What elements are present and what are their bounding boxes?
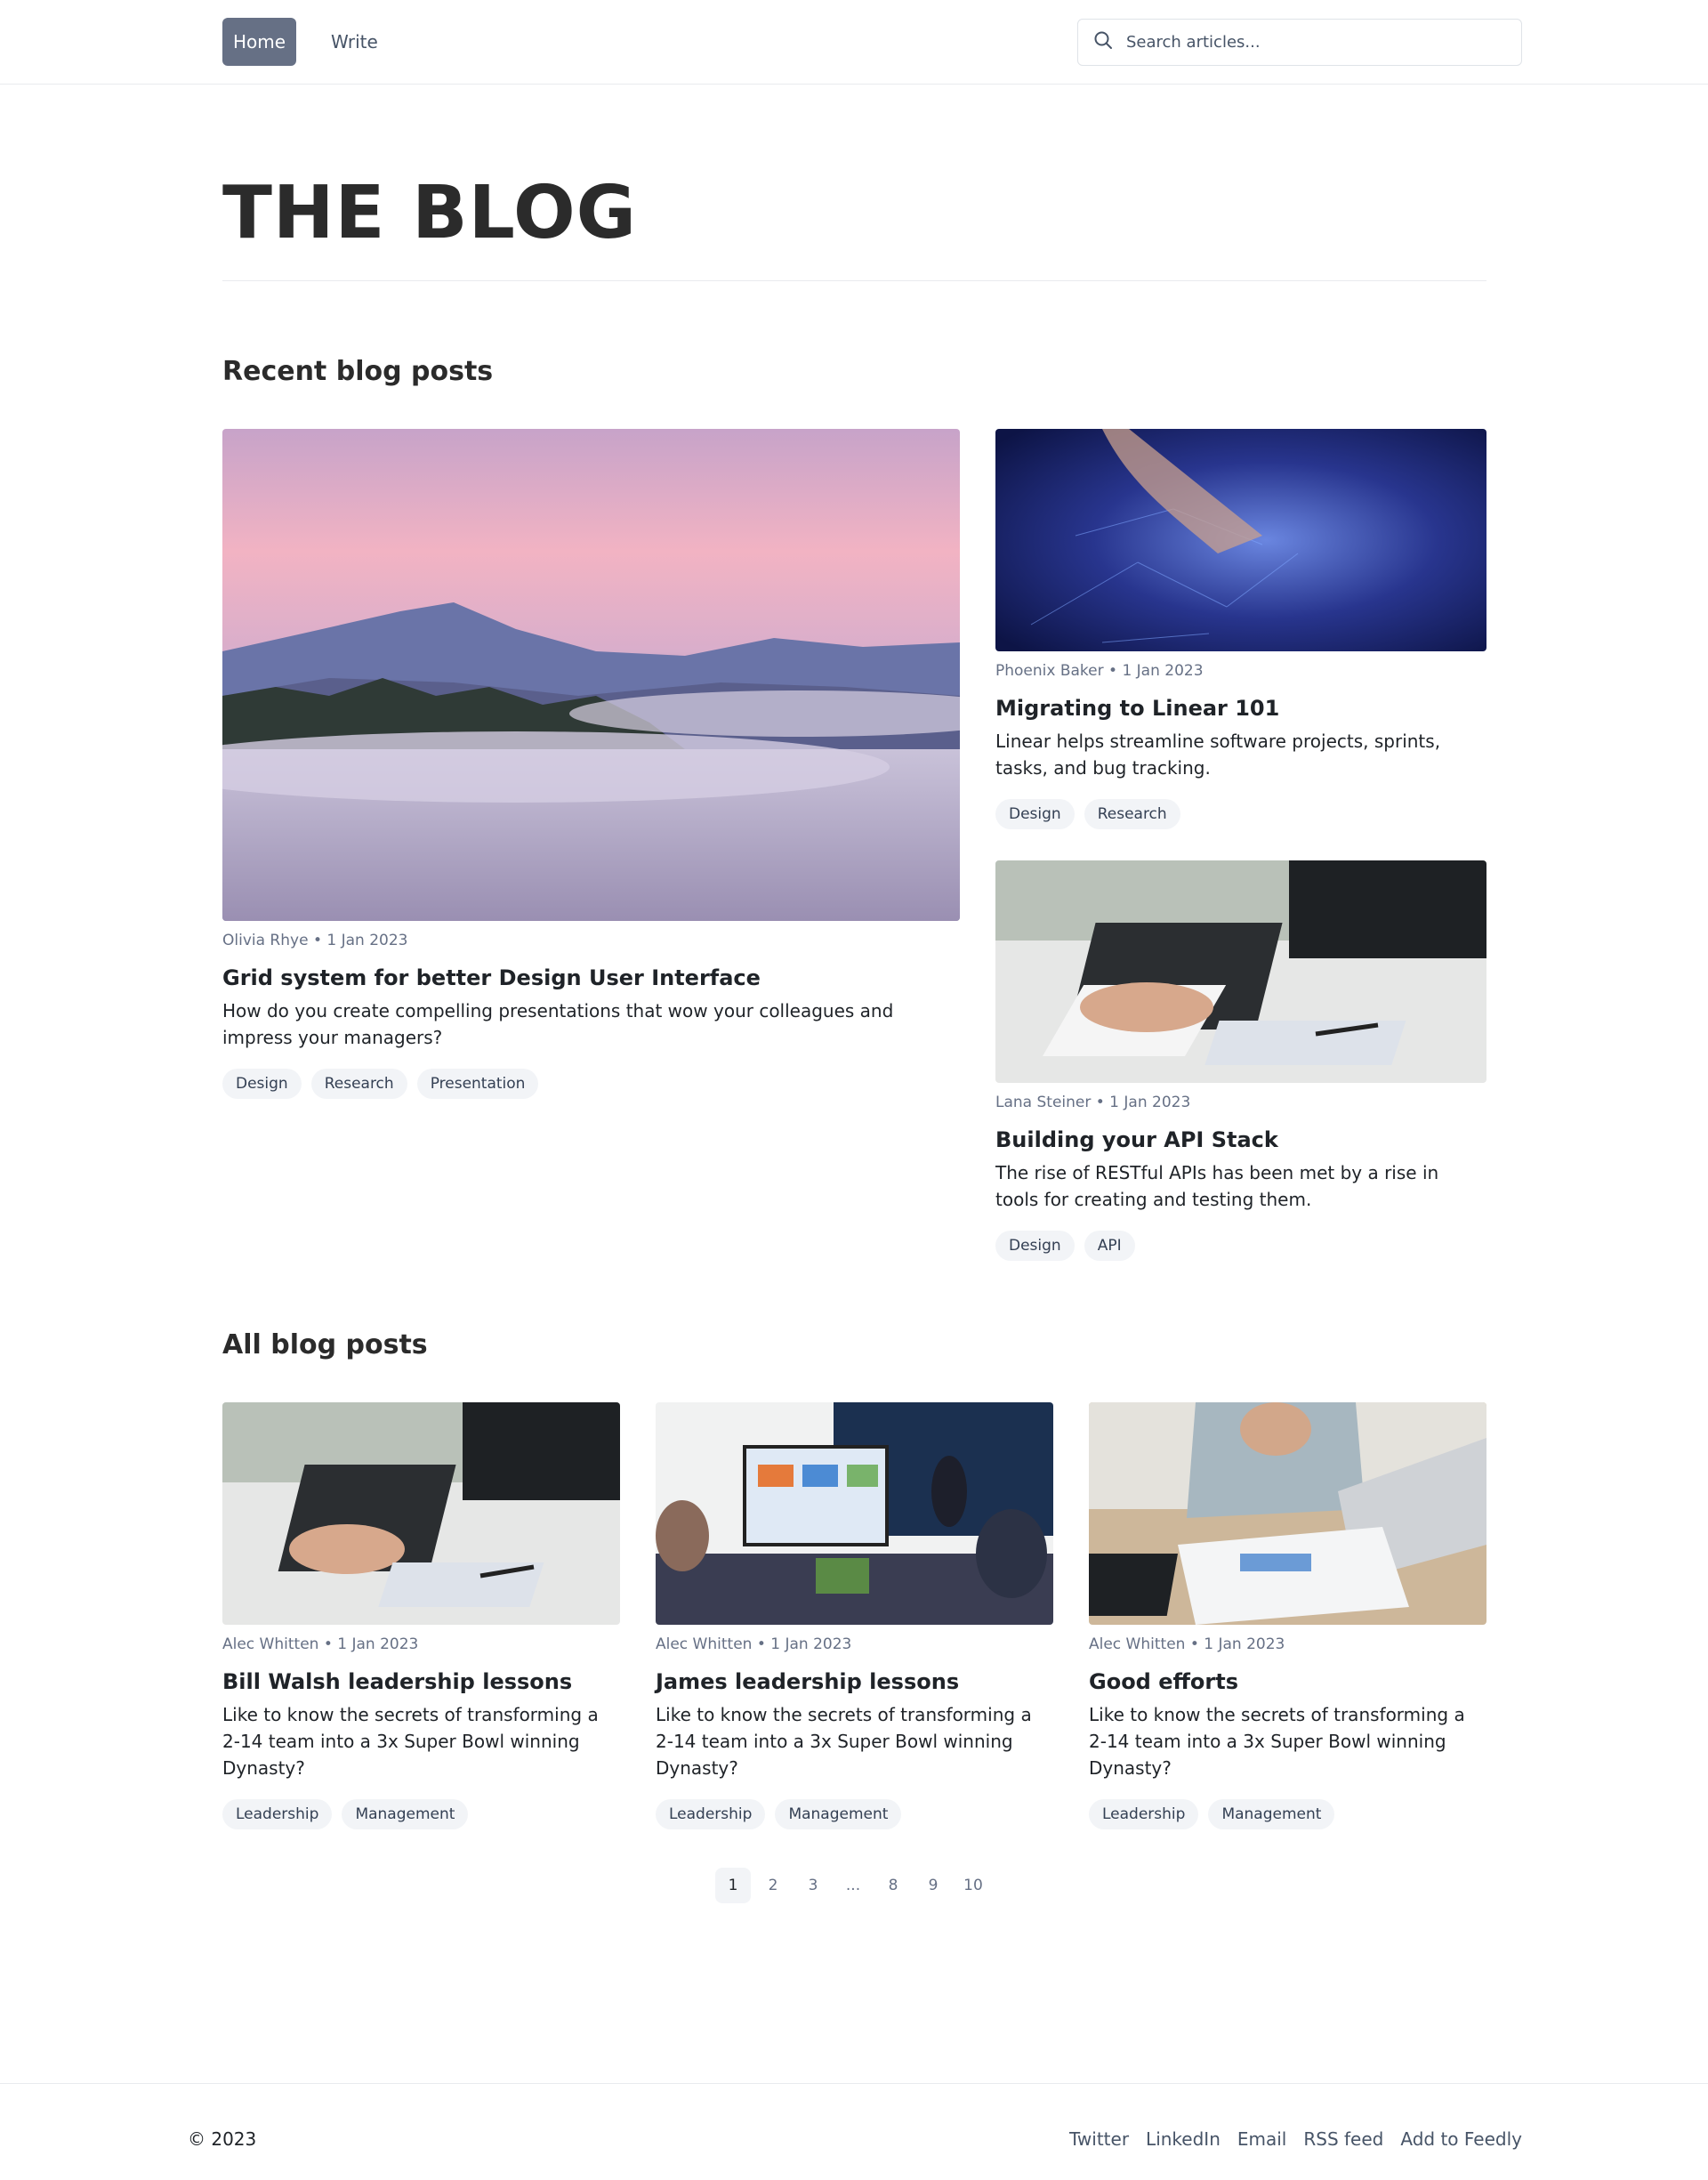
post-meta: Phoenix Baker • 1 Jan 2023	[995, 662, 1204, 680]
post-excerpt: Like to know the secrets of transforming…	[1089, 1704, 1465, 1779]
all-post-card[interactable]: Alec Whitten • 1 Jan 2023 Good efforts L…	[1089, 1402, 1486, 1829]
page-button-9[interactable]: 9	[915, 1868, 951, 1903]
title-divider	[222, 280, 1486, 281]
top-nav: Home Write	[0, 0, 1708, 85]
post-title[interactable]: Bill Walsh leadership lessons	[222, 1669, 620, 1694]
post-title[interactable]: Building your API Stack	[995, 1127, 1486, 1152]
page-button-8[interactable]: 8	[875, 1868, 911, 1903]
post-image-meeting[interactable]	[656, 1402, 1053, 1625]
tag[interactable]: Presentation	[416, 1069, 539, 1099]
post-meta: Olivia Rhye • 1 Jan 2023	[222, 932, 408, 949]
post-excerpt: Like to know the secrets of transforming…	[222, 1704, 599, 1779]
tag[interactable]: Management	[775, 1799, 902, 1829]
page-ellipsis: ...	[845, 1877, 861, 1894]
tag[interactable]: Design	[222, 1069, 302, 1099]
post-excerpt: Like to know the secrets of transforming…	[656, 1704, 1032, 1779]
copyright: © 2023	[188, 2128, 257, 2150]
all-post-card[interactable]: Alec Whitten • 1 Jan 2023 James leadersh…	[656, 1402, 1053, 1829]
footer: © 2023 Twitter LinkedIn Email RSS feed A…	[0, 2083, 1708, 2180]
tag[interactable]: Research	[1084, 799, 1180, 829]
search-box[interactable]	[1077, 19, 1522, 66]
nav-home-button[interactable]: Home	[222, 18, 296, 66]
post-title[interactable]: Migrating to Linear 101	[995, 696, 1486, 721]
footer-link-twitter[interactable]: Twitter	[1069, 2128, 1129, 2150]
tag[interactable]: Leadership	[1089, 1799, 1199, 1829]
recent-post-card[interactable]: Olivia Rhye • 1 Jan 2023 Grid system for…	[222, 429, 960, 1099]
page-button-2[interactable]: 2	[755, 1868, 791, 1903]
post-image-keyboard[interactable]	[995, 860, 1486, 1083]
post-excerpt: How do you create compelling presentatio…	[222, 1000, 894, 1048]
footer-link-email[interactable]: Email	[1237, 2128, 1287, 2150]
tag[interactable]: Research	[310, 1069, 407, 1099]
post-meta: Alec Whitten • 1 Jan 2023	[656, 1635, 852, 1653]
page-title: THE BLOG	[222, 171, 637, 255]
post-title[interactable]: James leadership lessons	[656, 1669, 1053, 1694]
nav-write-link[interactable]: Write	[331, 18, 378, 66]
tag[interactable]: Design	[995, 799, 1075, 829]
post-title[interactable]: Grid system for better Design User Inter…	[222, 965, 960, 990]
post-tags: Leadership Management	[1089, 1799, 1486, 1829]
footer-links: Twitter LinkedIn Email RSS feed Add to F…	[1069, 2128, 1522, 2150]
search-input[interactable]	[1126, 33, 1500, 52]
post-meta: Alec Whitten • 1 Jan 2023	[1089, 1635, 1285, 1653]
tag[interactable]: Design	[995, 1231, 1075, 1261]
tag[interactable]: Leadership	[656, 1799, 766, 1829]
footer-link-feedly[interactable]: Add to Feedly	[1400, 2128, 1522, 2150]
pagination: 1 2 3 ... 8 9 10	[715, 1868, 991, 1903]
post-excerpt: Linear helps streamline software project…	[995, 731, 1441, 779]
post-image-laptop[interactable]	[1089, 1402, 1486, 1625]
page-button-10[interactable]: 10	[955, 1868, 991, 1903]
recent-post-card[interactable]: Lana Steiner • 1 Jan 2023 Building your …	[995, 860, 1486, 1261]
post-tags: Design Research Presentation	[222, 1069, 960, 1099]
tag[interactable]: Management	[342, 1799, 469, 1829]
footer-link-rss[interactable]: RSS feed	[1303, 2128, 1383, 2150]
post-excerpt: The rise of RESTful APIs has been met by…	[995, 1162, 1439, 1210]
tag[interactable]: Leadership	[222, 1799, 333, 1829]
post-meta: Lana Steiner • 1 Jan 2023	[995, 1094, 1191, 1111]
footer-link-linkedin[interactable]: LinkedIn	[1146, 2128, 1221, 2150]
post-image-digital[interactable]	[995, 429, 1486, 651]
post-tags: Leadership Management	[656, 1799, 1053, 1829]
post-title[interactable]: Good efforts	[1089, 1669, 1486, 1694]
all-post-card[interactable]: Alec Whitten • 1 Jan 2023 Bill Walsh lea…	[222, 1402, 620, 1829]
tag[interactable]: Management	[1208, 1799, 1335, 1829]
recent-post-card[interactable]: Phoenix Baker • 1 Jan 2023 Migrating to …	[995, 429, 1486, 829]
post-tags: Leadership Management	[222, 1799, 620, 1829]
post-tags: Design API	[995, 1231, 1486, 1261]
recent-posts-heading: Recent blog posts	[222, 356, 494, 387]
tag[interactable]: API	[1084, 1231, 1135, 1261]
post-image-mountains[interactable]	[222, 429, 960, 921]
post-meta: Alec Whitten • 1 Jan 2023	[222, 1635, 419, 1653]
post-image-keyboard[interactable]	[222, 1402, 620, 1625]
page-button-1[interactable]: 1	[715, 1868, 751, 1903]
search-icon	[1092, 29, 1114, 55]
page-button-3[interactable]: 3	[795, 1868, 831, 1903]
all-posts-heading: All blog posts	[222, 1329, 428, 1360]
post-tags: Design Research	[995, 799, 1486, 829]
